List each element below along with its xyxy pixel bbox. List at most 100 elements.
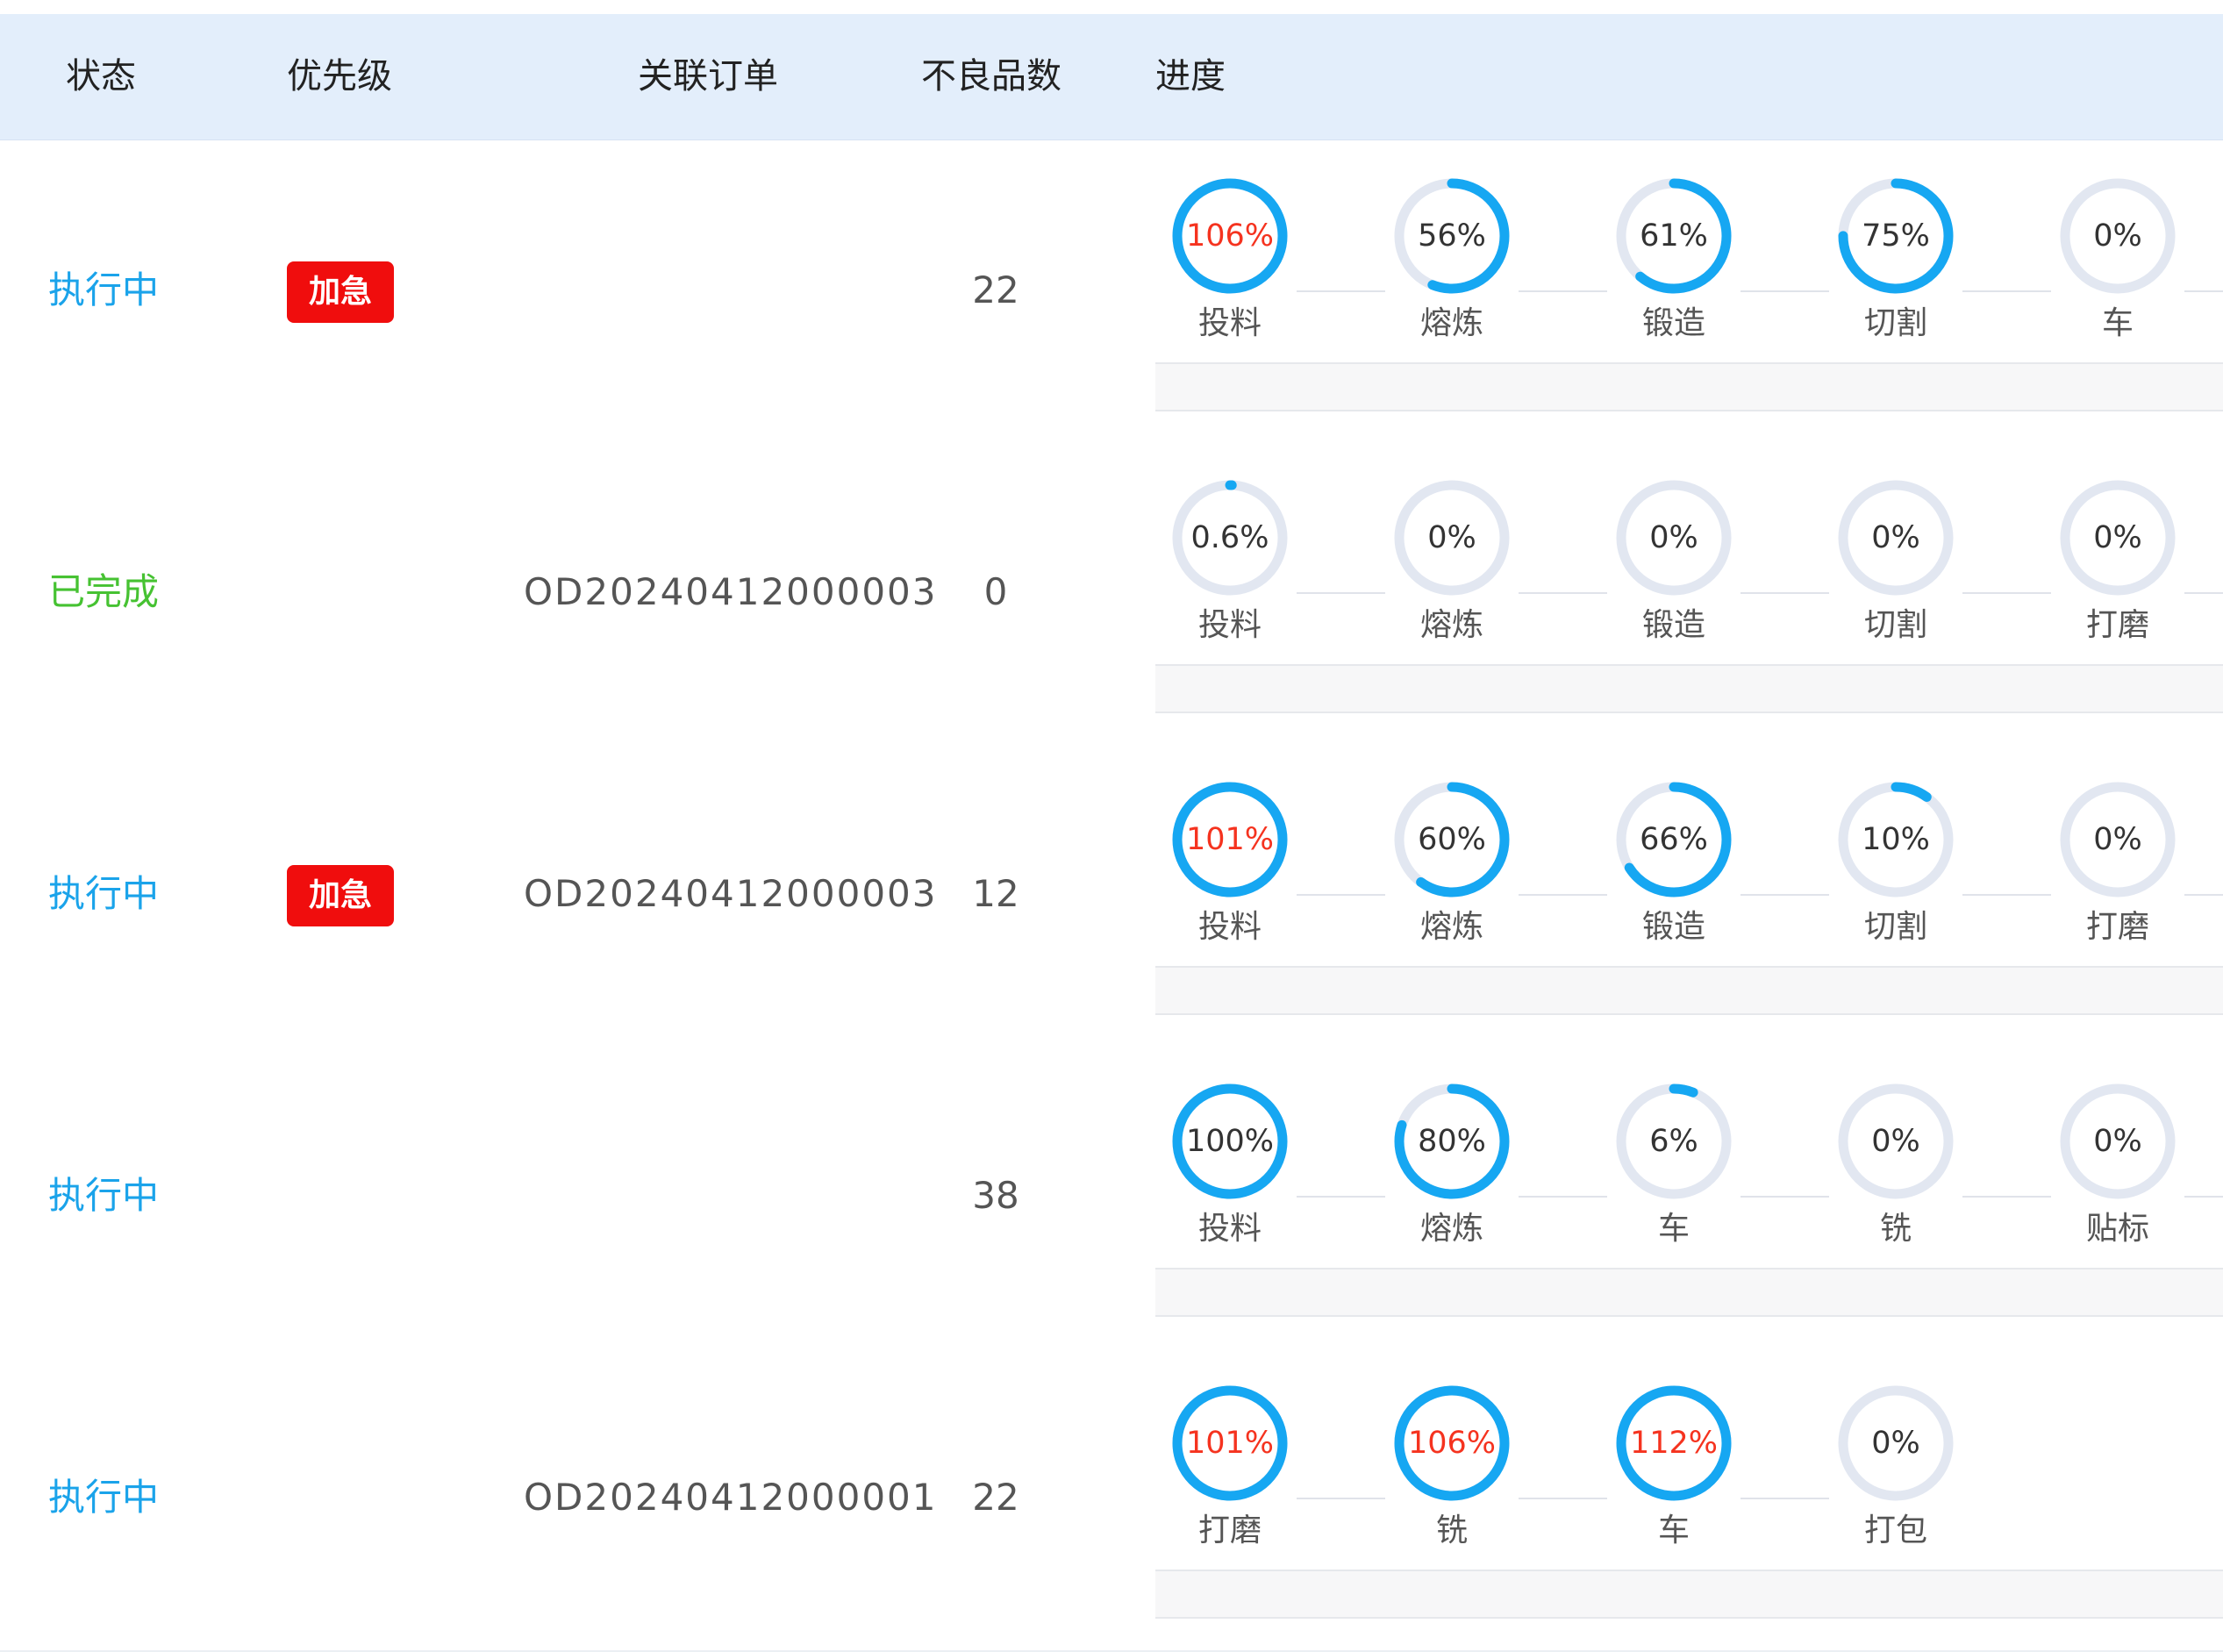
table-row[interactable]: 已完成 OD20240412000003 0 0.6% 投料 0% 熔炼 0% 锻造 0% 切割 0%… xyxy=(0,443,2223,747)
progress-ring: 106% xyxy=(1170,176,1290,296)
process-step[interactable]: 80% 熔炼 xyxy=(1377,1082,1526,1250)
step-percent: 106% xyxy=(1407,1426,1497,1461)
process-step[interactable]: 60% 熔炼 xyxy=(1377,780,1526,948)
step-percent: 0% xyxy=(1427,520,1476,555)
step-label: 切割 xyxy=(1863,909,1927,945)
step-connector xyxy=(1741,592,1829,594)
process-step[interactable]: 0.6% 投料 xyxy=(1155,478,1304,647)
step-percent: 66% xyxy=(1640,822,1708,857)
progress-ring: 61% xyxy=(1614,176,1733,296)
step-percent: 75% xyxy=(1862,218,1930,254)
step-label: 打磨 xyxy=(2085,607,2149,643)
process-step[interactable]: 66% 锻造 xyxy=(1599,780,1748,948)
defect-count: 22 xyxy=(972,1476,1019,1519)
process-step[interactable]: 101% 打磨 xyxy=(1155,1384,1304,1552)
table-row[interactable]: 执行中 OD20240412000001 22 101% 打磨 106% 铣 112% 车 0% 打… xyxy=(0,1348,2223,1652)
process-step[interactable]: 6% 车 xyxy=(1599,1082,1748,1250)
process-step[interactable]: 0% 打包 xyxy=(1821,1384,1970,1552)
step-connector xyxy=(1962,1196,2051,1198)
progress-ring: 60% xyxy=(1392,780,1512,899)
progress-ring: 0% xyxy=(1614,478,1733,597)
process-step[interactable]: 106% 铣 xyxy=(1377,1384,1526,1552)
step-connector xyxy=(1741,894,1829,896)
step-percent: 0% xyxy=(2093,1124,2142,1159)
step-label: 打磨 xyxy=(1197,1513,1262,1548)
process-step[interactable]: 0% 铣 xyxy=(1821,1082,1970,1250)
step-label: 铣 xyxy=(1879,1211,1912,1247)
step-label: 打磨 xyxy=(2085,909,2149,945)
process-step[interactable]: 0% 切割 xyxy=(1821,478,1970,647)
step-connector xyxy=(1297,1196,1385,1198)
order-number[interactable]: OD20240412000003 xyxy=(524,566,938,619)
order-number[interactable]: OD20240412000003 xyxy=(524,868,938,920)
process-step[interactable]: 0% 打磨 xyxy=(2043,478,2192,647)
step-label: 车 xyxy=(2101,305,2134,341)
table-row[interactable]: 执行中 加急 22 106% 投料 56% 熔炼 61% 锻造 75% 切割 0% 车 xyxy=(0,141,2223,445)
progress-ring: 0% xyxy=(1392,478,1512,597)
progress-ring: 75% xyxy=(1836,176,1955,296)
process-progress: 0.6% 投料 0% 熔炼 0% 锻造 0% 切割 0% 打磨 xyxy=(1155,478,2223,720)
process-step[interactable]: 0% 锻造 xyxy=(1599,478,1748,647)
defect-count: 38 xyxy=(972,1174,1019,1217)
step-connector xyxy=(1519,1196,1607,1198)
step-percent: 10% xyxy=(1862,822,1930,857)
step-label: 车 xyxy=(1657,1211,1690,1247)
step-label: 锻造 xyxy=(1641,607,1705,643)
step-label: 贴标 xyxy=(2085,1211,2149,1247)
order-number[interactable]: OD20240412000001 xyxy=(524,1471,938,1524)
process-step[interactable]: 0% 贴标 xyxy=(2043,1082,2192,1250)
progress-ring: 101% xyxy=(1170,1384,1290,1503)
step-label: 投料 xyxy=(1197,909,1262,945)
step-percent: 0% xyxy=(1871,1124,1920,1159)
step-percent: 100% xyxy=(1185,1124,1275,1159)
progress-ring: 0.6% xyxy=(1170,478,1290,597)
step-label: 熔炼 xyxy=(1419,305,1483,341)
step-percent: 0% xyxy=(2093,822,2142,857)
process-step[interactable]: 112% 车 xyxy=(1599,1384,1748,1552)
process-step[interactable]: 75% 切割 xyxy=(1821,176,1970,345)
step-percent: 0% xyxy=(2093,520,2142,555)
process-step[interactable]: 106% 投料 xyxy=(1155,176,1304,345)
table-row[interactable]: 执行中 加急 OD20240412000003 12 101% 投料 60% 熔炼 66% 锻造 1… xyxy=(0,745,2223,1048)
progress-ring: 101% xyxy=(1170,780,1290,899)
step-connector xyxy=(1519,894,1607,896)
status-label: 执行中 xyxy=(48,1174,160,1217)
process-step[interactable]: 56% 熔炼 xyxy=(1377,176,1526,345)
process-progress: 101% 打磨 106% 铣 112% 车 0% 打包 xyxy=(1155,1384,2223,1626)
process-step[interactable]: 100% 投料 xyxy=(1155,1082,1304,1250)
progress-ring: 0% xyxy=(2058,478,2177,597)
status-label: 执行中 xyxy=(48,872,160,915)
step-connector xyxy=(1741,1196,1829,1198)
step-connector xyxy=(1297,1498,1385,1499)
process-step[interactable]: 61% 锻造 xyxy=(1599,176,1748,345)
progress-ring: 80% xyxy=(1392,1082,1512,1201)
step-label: 投料 xyxy=(1197,305,1262,341)
column-header-status: 状态 xyxy=(66,56,136,97)
step-label: 铣 xyxy=(1435,1513,1468,1548)
step-connector xyxy=(1741,1498,1829,1499)
step-percent: 61% xyxy=(1640,218,1708,254)
step-label: 车 xyxy=(1657,1513,1690,1548)
step-percent: 0% xyxy=(1871,520,1920,555)
progress-ring: 0% xyxy=(2058,176,2177,296)
column-header-defects: 不良品数 xyxy=(921,56,1061,97)
step-connector xyxy=(1297,592,1385,594)
step-percent: 101% xyxy=(1185,1426,1275,1461)
process-step[interactable]: 0% 车 xyxy=(2043,176,2192,345)
table-row[interactable]: 执行中 38 100% 投料 80% 熔炼 6% 车 0% 铣 0% 贴标 xyxy=(0,1047,2223,1350)
step-connector xyxy=(1519,592,1607,594)
work-order-table: 状态 优先级 关联订单 不良品数 进度 执行中 加急 22 106% 投料 56% 熔炼 61… xyxy=(0,0,2223,1652)
progress-detail-bar xyxy=(1155,1570,2223,1619)
table-header: 状态 优先级 关联订单 不良品数 进度 xyxy=(0,14,2223,140)
progress-detail-bar xyxy=(1155,1268,2223,1317)
process-progress: 106% 投料 56% 熔炼 61% 锻造 75% 切割 0% 车 xyxy=(1155,176,2223,418)
process-step[interactable]: 0% 熔炼 xyxy=(1377,478,1526,647)
progress-ring: 112% xyxy=(1614,1384,1733,1503)
process-step[interactable]: 0% 打磨 xyxy=(2043,780,2192,948)
progress-ring: 106% xyxy=(1392,1384,1512,1503)
process-step[interactable]: 101% 投料 xyxy=(1155,780,1304,948)
progress-ring: 56% xyxy=(1392,176,1512,296)
step-label: 锻造 xyxy=(1641,909,1705,945)
step-connector xyxy=(1297,290,1385,292)
process-step[interactable]: 10% 切割 xyxy=(1821,780,1970,948)
